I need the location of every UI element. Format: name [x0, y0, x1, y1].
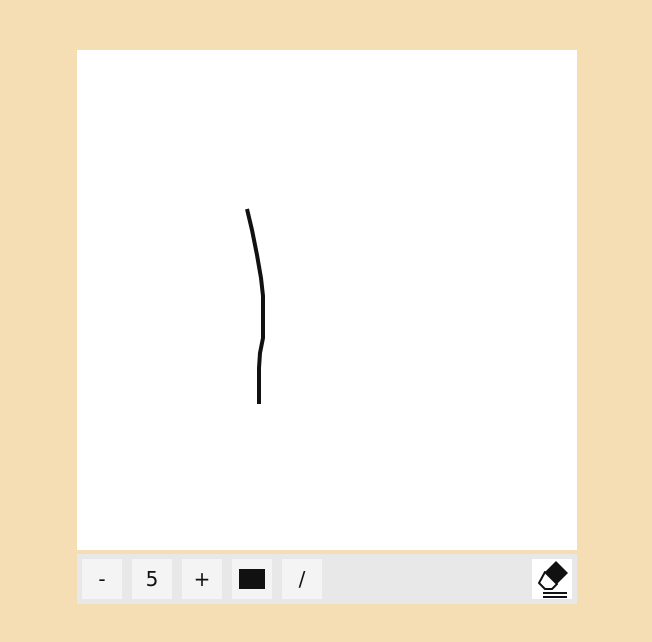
drawing-toolbar: - 5 + / — [77, 554, 577, 604]
color-picker-button[interactable] — [232, 559, 272, 599]
decrease-size-button[interactable]: - — [82, 559, 122, 599]
eraser-button[interactable] — [532, 559, 572, 599]
drawn-stroke — [245, 208, 265, 404]
increase-size-button[interactable]: + — [182, 559, 222, 599]
color-swatch — [239, 569, 265, 589]
eraser-icon — [538, 561, 568, 598]
pen-tool-button[interactable]: / — [282, 559, 322, 599]
brush-size-display: 5 — [132, 559, 172, 599]
pen-tool-label: / — [298, 567, 306, 591]
drawing-canvas[interactable] — [77, 50, 577, 550]
